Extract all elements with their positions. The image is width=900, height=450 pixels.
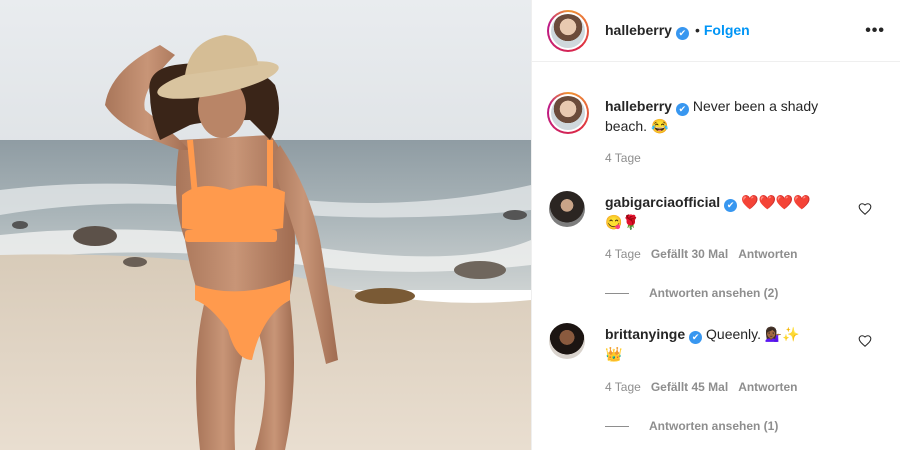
verified-icon: ✔ xyxy=(675,103,689,116)
caption-avatar[interactable] xyxy=(547,92,589,134)
author-avatar[interactable] xyxy=(547,10,589,52)
caption-time[interactable]: 4 Tage xyxy=(605,151,641,165)
post-photo[interactable] xyxy=(0,0,531,450)
more-options-icon[interactable]: ••• xyxy=(865,22,885,40)
comment-gabigarciaofficial: gabigarciaofficial ✔ ❤️❤️❤️❤️ 😋🌹 xyxy=(605,192,855,232)
replies-divider xyxy=(605,292,629,294)
instagram-post-view: halleberry ✔ • Folgen ••• halleberry ✔ Never… xyxy=(0,0,900,450)
comment-likes[interactable]: Gefällt 30 Mal xyxy=(651,247,728,261)
view-replies-button[interactable]: Antworten ansehen (2) xyxy=(649,286,778,300)
view-replies-button[interactable]: Antworten ansehen (1) xyxy=(649,419,778,433)
caption-text-line2: beach. xyxy=(605,118,648,134)
verified-icon: ✔ xyxy=(675,27,689,40)
comment-username[interactable]: gabigarciaofficial xyxy=(605,194,720,210)
comment-username[interactable]: brittanyinge xyxy=(605,326,685,342)
follow-button[interactable]: Folgen xyxy=(704,22,750,38)
beach-photo xyxy=(0,0,531,450)
verified-icon: ✔ xyxy=(689,331,703,344)
view-replies-row[interactable]: Antworten ansehen (2) xyxy=(605,284,778,300)
comment-brittanyinge: brittanyinge ✔ Queenly. 💁🏾‍♀️✨ 👑 xyxy=(605,324,855,364)
comment-text: Queenly. xyxy=(706,326,762,342)
post-sidebar: halleberry ✔ • Folgen ••• halleberry ✔ Never… xyxy=(531,0,900,450)
like-heart-icon[interactable] xyxy=(858,202,872,216)
reply-button[interactable]: Antworten xyxy=(738,380,797,394)
view-replies-row[interactable]: Antworten ansehen (1) xyxy=(605,417,778,433)
comment-avatar-brittanyinge[interactable] xyxy=(549,323,585,359)
replies-divider xyxy=(605,425,629,427)
author-username[interactable]: halleberry xyxy=(605,22,672,38)
separator-dot: • xyxy=(694,22,700,38)
post-header: halleberry ✔ • Folgen ••• xyxy=(532,0,900,62)
caption: halleberry ✔ Never been a shady beach. 😂 xyxy=(605,96,855,136)
comment-emoji-line1: 💁🏾‍♀️✨ xyxy=(764,326,800,342)
comment-likes[interactable]: Gefällt 45 Mal xyxy=(651,380,728,394)
comment-meta: 4 Tage Gefällt 45 Mal Antworten xyxy=(605,380,798,394)
comment-avatar-gabigarciaofficial[interactable] xyxy=(549,191,585,227)
comment-meta: 4 Tage Gefällt 30 Mal Antworten xyxy=(605,247,798,261)
comment-emoji-line2: 😋🌹 xyxy=(605,214,640,230)
reply-button[interactable]: Antworten xyxy=(738,247,797,261)
caption-text-line1: Never been a shady xyxy=(692,98,819,114)
verified-icon: ✔ xyxy=(724,199,738,212)
comment-emoji-line2: 👑 xyxy=(605,346,623,362)
header-user-line: halleberry ✔ • Folgen xyxy=(605,22,750,40)
comment-time[interactable]: 4 Tage xyxy=(605,247,641,261)
like-heart-icon[interactable] xyxy=(858,334,872,348)
comment-emoji-line1: ❤️❤️❤️❤️ xyxy=(741,194,811,210)
caption-username[interactable]: halleberry xyxy=(605,98,672,114)
caption-emoji: 😂 xyxy=(650,118,669,134)
comment-time[interactable]: 4 Tage xyxy=(605,380,641,394)
